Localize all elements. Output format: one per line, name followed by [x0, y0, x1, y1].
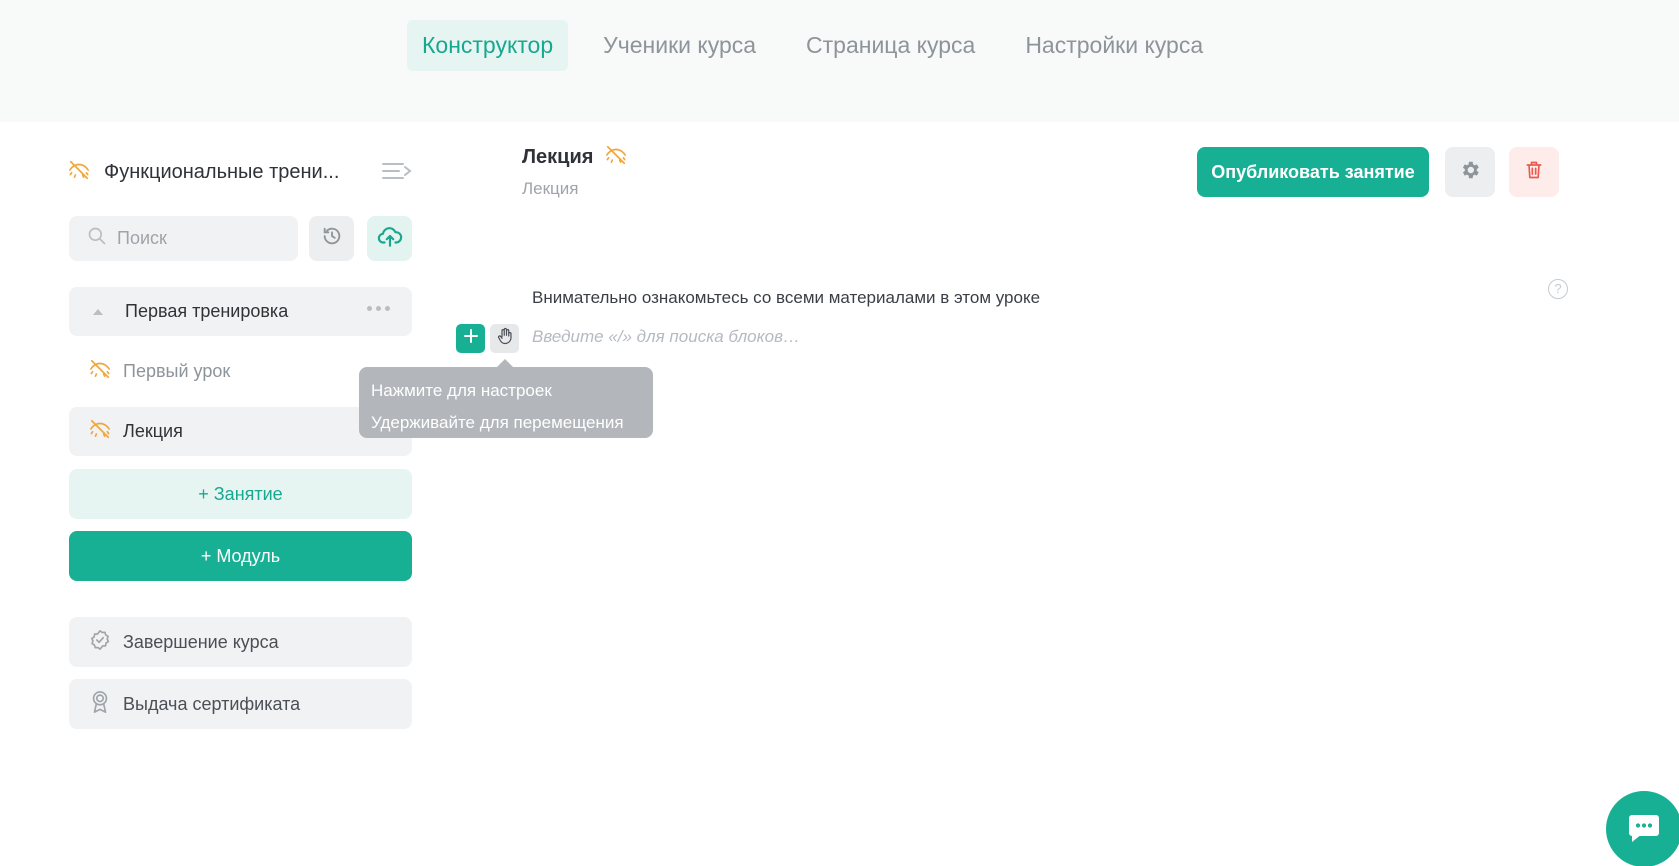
collapse-arrow-icon[interactable]	[93, 308, 103, 315]
block-input-placeholder[interactable]: Введите «/» для поиска блоков…	[532, 327, 800, 347]
certificate-label: Выдача сертификата	[123, 693, 301, 714]
tab-bar: Конструктор Ученики курса Страница курса…	[407, 20, 1238, 71]
gear-icon	[1459, 159, 1481, 186]
cloud-upload-icon	[377, 223, 403, 254]
top-navigation: Конструктор Ученики курса Страница курса…	[0, 0, 1679, 122]
course-completion-item[interactable]: Завершение курса	[69, 617, 412, 667]
eye-off-icon[interactable]	[605, 144, 627, 171]
delete-button[interactable]	[1509, 147, 1559, 197]
eye-off-icon	[89, 418, 111, 445]
tab-course-page[interactable]: Страница курса	[791, 20, 990, 71]
award-icon	[89, 690, 111, 719]
history-button[interactable]	[309, 216, 354, 261]
add-block-button[interactable]	[456, 324, 485, 353]
settings-button[interactable]	[1445, 147, 1495, 197]
module-label: Первая тренировка	[125, 301, 289, 321]
lesson-description[interactable]: Внимательно ознакомьтесь со всеми матери…	[532, 288, 1040, 308]
hand-drag-icon	[496, 327, 514, 350]
course-title: Функциональные трени...	[104, 160, 340, 183]
course-header: Функциональные трени...	[68, 156, 413, 188]
tab-constructor[interactable]: Конструктор	[407, 20, 569, 71]
drag-handle-tooltip: Нажмите для настроек Удерживайте для пер…	[359, 359, 653, 438]
lesson-subtitle[interactable]: Лекция	[522, 179, 579, 199]
lesson-label: Лекция	[123, 421, 183, 441]
add-module-button[interactable]: + Модуль	[69, 531, 412, 581]
chat-widget-button[interactable]	[1606, 791, 1679, 866]
eye-off-icon	[89, 358, 111, 385]
tab-course-settings[interactable]: Настройки курса	[1010, 20, 1218, 71]
search-input[interactable]: Поиск	[69, 216, 298, 261]
drag-handle[interactable]	[490, 324, 519, 353]
search-icon	[87, 226, 107, 251]
certificate-item[interactable]: Выдача сертификата	[69, 679, 412, 729]
history-icon	[321, 225, 343, 252]
course-completion-label: Завершение курса	[123, 631, 279, 652]
upload-button[interactable]	[367, 216, 412, 261]
tooltip-line-move: Удерживайте для перемещения	[371, 413, 624, 432]
chat-icon	[1626, 809, 1662, 850]
lesson-title-row: Лекция	[522, 144, 627, 171]
tab-students[interactable]: Ученики курса	[588, 20, 771, 71]
add-lesson-button[interactable]: + Занятие	[69, 469, 412, 519]
lesson-title[interactable]: Лекция	[522, 146, 593, 169]
module-item[interactable]: Первая тренировка	[69, 287, 412, 336]
tooltip-line-settings: Нажмите для настроек	[371, 381, 552, 400]
eye-off-icon	[68, 159, 90, 186]
plus-icon	[463, 328, 479, 349]
collapse-menu-icon[interactable]	[381, 160, 413, 184]
search-placeholder: Поиск	[117, 228, 167, 248]
lesson-label: Первый урок	[123, 361, 231, 381]
badge-check-icon	[89, 629, 111, 656]
trash-icon	[1524, 159, 1544, 186]
help-icon[interactable]: ?	[1548, 279, 1568, 299]
publish-lesson-button[interactable]: Опубликовать занятие	[1197, 147, 1429, 197]
more-options-icon[interactable]	[367, 306, 390, 311]
